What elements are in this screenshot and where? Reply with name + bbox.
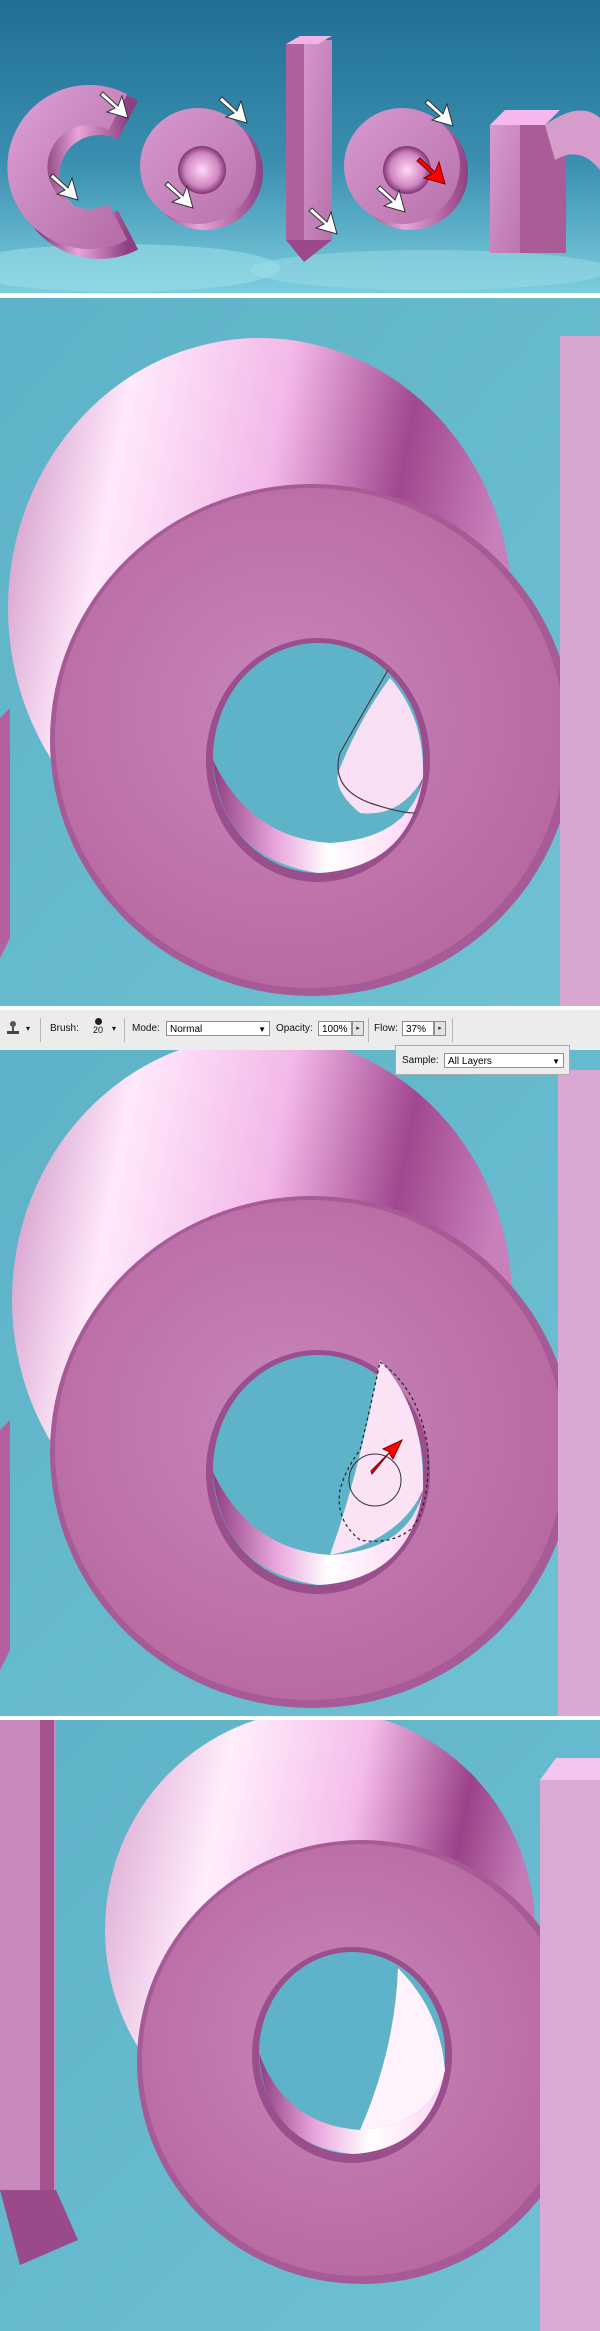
result-panel <box>0 1720 600 2331</box>
flow-value: 37% <box>406 1024 427 1035</box>
brush-dropdown[interactable]: ▾ <box>112 1020 116 1038</box>
letter-l-edge <box>0 1420 10 1670</box>
closeup-panel-selection <box>0 298 600 1006</box>
mode-label: Mode: <box>132 1023 160 1034</box>
flow-slider-button[interactable]: ▸ <box>434 1021 446 1036</box>
sample-label: Sample: <box>402 1055 439 1066</box>
chevron-down-icon: ▼ <box>258 1025 266 1034</box>
opacity-label: Opacity: <box>276 1023 313 1034</box>
mode-value: Normal <box>170 1024 203 1035</box>
brush-preview[interactable]: 20 <box>90 1014 106 1044</box>
opacity-slider-button[interactable]: ▸ <box>352 1021 364 1036</box>
sample-select[interactable]: All Layers ▼ <box>444 1053 564 1068</box>
letter-r-edge <box>560 336 600 1006</box>
flow-label: Flow: <box>374 1023 398 1034</box>
clone-stamp-icon[interactable] <box>4 1019 22 1037</box>
flow-field[interactable]: 37% <box>402 1021 434 1036</box>
opacity-value: 100% <box>322 1024 348 1035</box>
mode-select[interactable]: Normal ▼ <box>166 1021 270 1036</box>
tool-preset-dropdown[interactable]: ▾ <box>26 1020 30 1038</box>
chevron-down-icon: ▼ <box>552 1057 560 1066</box>
sample-options: Sample: All Layers ▼ <box>395 1045 570 1075</box>
letter-r-edge <box>558 1070 600 1716</box>
closeup-panel-clone <box>0 1050 600 1716</box>
brush-label: Brush: <box>50 1023 79 1034</box>
sample-value: All Layers <box>448 1056 492 1067</box>
letter-l-edge <box>0 708 10 958</box>
letter-r-edge <box>540 1780 600 2331</box>
brush-size: 20 <box>92 1025 103 1035</box>
overview-panel <box>0 0 600 293</box>
opacity-field[interactable]: 100% <box>318 1021 352 1036</box>
letter-o-hole <box>206 638 430 882</box>
